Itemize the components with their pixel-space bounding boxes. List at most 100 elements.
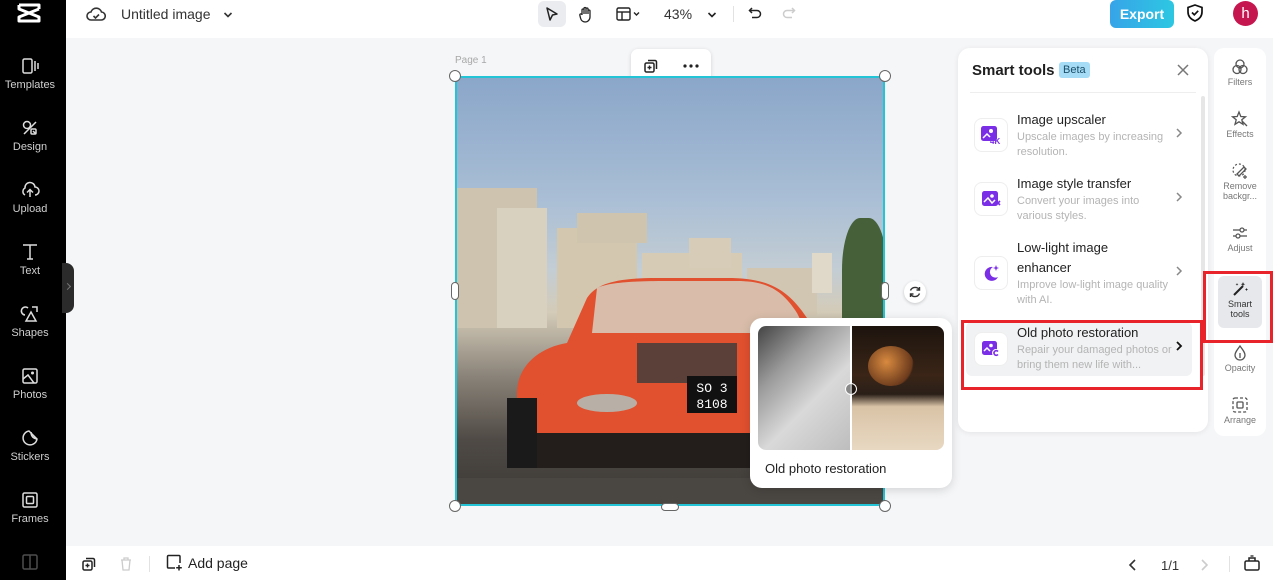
sidebar-item-photos[interactable]: Photos — [0, 366, 60, 401]
svg-text:4K: 4K — [990, 137, 1000, 145]
more-options-button[interactable] — [679, 54, 703, 78]
tool-description: Convert your images into various styles. — [1017, 195, 1140, 222]
photos-icon — [22, 368, 38, 384]
chevron-right-icon — [1174, 126, 1184, 145]
right-tool-filters[interactable]: Filters — [1218, 58, 1262, 104]
sidebar-label: Frames — [11, 513, 49, 525]
right-tool-label: Opacity — [1224, 363, 1256, 373]
add-page-icon — [166, 554, 182, 571]
before-after-preview-image — [758, 326, 944, 450]
compare-slider-handle[interactable] — [845, 383, 857, 395]
page-indicator: 1/1 — [1161, 558, 1180, 573]
export-button[interactable]: Export — [1110, 0, 1174, 28]
sidebar-item-more[interactable] — [0, 552, 60, 575]
sidebar-item-text[interactable]: Text — [0, 242, 60, 277]
add-page-button[interactable]: Add page — [166, 554, 248, 571]
resize-handle-right[interactable] — [881, 282, 889, 300]
shapes-icon — [20, 306, 38, 322]
sidebar-label: Text — [19, 265, 41, 277]
panel-divider — [970, 92, 1196, 93]
after-image-half — [851, 326, 944, 450]
right-tool-effects[interactable]: Effects — [1218, 110, 1262, 156]
tool-description: Upscale images by increasing resolution. — [1017, 131, 1164, 158]
top-bar: Untitled image 43% Export h — [66, 0, 1273, 38]
cloud-saved-icon[interactable] — [86, 5, 107, 28]
sidebar-item-shapes[interactable]: Shapes — [0, 304, 60, 339]
chevron-down-icon[interactable] — [222, 8, 234, 26]
next-page-icon[interactable] — [1199, 558, 1209, 577]
rotate-icon — [909, 286, 921, 298]
tool-preview-card: Old photo restoration — [750, 318, 952, 488]
layout-dropdown[interactable] — [611, 1, 647, 27]
rotate-handle[interactable] — [904, 281, 926, 303]
tool-description: Improve low-light image quality with AI. — [1017, 279, 1169, 306]
sidebar-label: Templates — [4, 79, 56, 91]
more-panels-icon — [22, 554, 38, 570]
right-tool-remove-background[interactable]: Remove backgr... — [1218, 162, 1262, 218]
right-tool-smart-tools[interactable]: Smart tools — [1218, 276, 1262, 328]
hand-tool-button[interactable] — [572, 1, 600, 27]
shield-check-icon[interactable] — [1186, 3, 1204, 28]
zoom-level[interactable]: 43% — [664, 6, 692, 22]
resize-handle-left[interactable] — [451, 282, 459, 300]
sidebar-item-stickers[interactable]: Stickers — [0, 428, 60, 463]
sidebar-item-upload[interactable]: Upload — [0, 180, 60, 215]
user-avatar[interactable]: h — [1233, 1, 1258, 26]
sidebar-label: Design — [12, 141, 48, 153]
tool-item-low-light-enhancer[interactable]: Low-light image enhancer Improve low-lig… — [966, 236, 1192, 312]
add-page-label: Add page — [188, 554, 248, 571]
tool-description: Repair your damaged photos or bring them… — [1017, 344, 1172, 371]
select-tool-button[interactable] — [538, 1, 566, 27]
moon-sparkle-icon — [974, 256, 1008, 290]
filters-icon — [1232, 59, 1248, 75]
bottom-divider — [1229, 556, 1230, 572]
resize-handle-bottom[interactable] — [661, 503, 679, 511]
sidebar-collapse-handle[interactable] — [62, 263, 74, 313]
left-sidebar: Templates Design Upload Text Shapes Phot… — [0, 0, 66, 580]
right-tool-opacity[interactable]: Opacity — [1218, 344, 1262, 390]
resize-handle-bottom-left[interactable] — [449, 500, 461, 512]
right-tool-adjust[interactable]: Adjust — [1218, 224, 1262, 270]
undo-icon[interactable] — [747, 5, 763, 26]
frames-icon — [22, 492, 38, 508]
sidebar-item-frames[interactable]: Frames — [0, 490, 60, 525]
page-label: Page 1 — [455, 55, 487, 66]
resize-handle-top-right[interactable] — [879, 70, 891, 82]
svg-text:8108: 8108 — [696, 397, 727, 412]
tool-name: Old photo restoration — [1017, 325, 1139, 340]
bottom-divider — [149, 556, 150, 572]
beta-badge: Beta — [1059, 62, 1090, 78]
right-tool-arrange[interactable]: Arrange — [1218, 396, 1262, 442]
chevron-right-icon — [1174, 190, 1184, 209]
photo-building — [577, 213, 647, 243]
adjust-sliders-icon — [1233, 227, 1247, 239]
sidebar-item-design[interactable]: Design — [0, 118, 60, 153]
sidebar-label: Shapes — [11, 327, 49, 339]
remove-background-icon — [1232, 163, 1247, 179]
sidebar-item-templates[interactable]: Templates — [0, 56, 60, 91]
layout-icon — [616, 7, 640, 21]
zoom-dropdown-chevron-icon[interactable] — [706, 8, 718, 26]
right-tool-label: Remove backgr... — [1222, 181, 1258, 201]
upload-icon — [22, 181, 40, 197]
document-title[interactable]: Untitled image — [121, 6, 211, 22]
opacity-drop-icon — [1234, 344, 1246, 361]
tool-item-old-photo-restoration[interactable]: Old photo restoration Repair your damage… — [966, 322, 1192, 376]
magic-wand-icon — [1233, 282, 1248, 296]
panel-scrollbar[interactable] — [1201, 96, 1205, 376]
duplicate-button[interactable] — [639, 54, 663, 78]
design-icon — [22, 120, 37, 135]
resize-handle-top-left[interactable] — [449, 70, 461, 82]
duplicate-page-icon[interactable] — [81, 556, 97, 577]
delete-page-icon[interactable] — [119, 556, 133, 577]
capcut-logo-icon[interactable] — [16, 2, 42, 24]
tool-item-image-style-transfer[interactable]: Image style transfer Convert your images… — [966, 170, 1192, 228]
close-icon[interactable] — [1176, 63, 1190, 82]
previous-page-icon[interactable] — [1128, 558, 1138, 577]
right-tools-bar: Filters Effects Remove backgr... Adjust … — [1214, 48, 1266, 436]
redo-icon[interactable] — [781, 5, 797, 26]
page-manager-icon[interactable] — [1243, 555, 1261, 576]
sidebar-label: Stickers — [10, 451, 50, 463]
tool-item-image-upscaler[interactable]: 4K Image upscaler Upscale images by incr… — [966, 106, 1192, 164]
resize-handle-bottom-right[interactable] — [879, 500, 891, 512]
